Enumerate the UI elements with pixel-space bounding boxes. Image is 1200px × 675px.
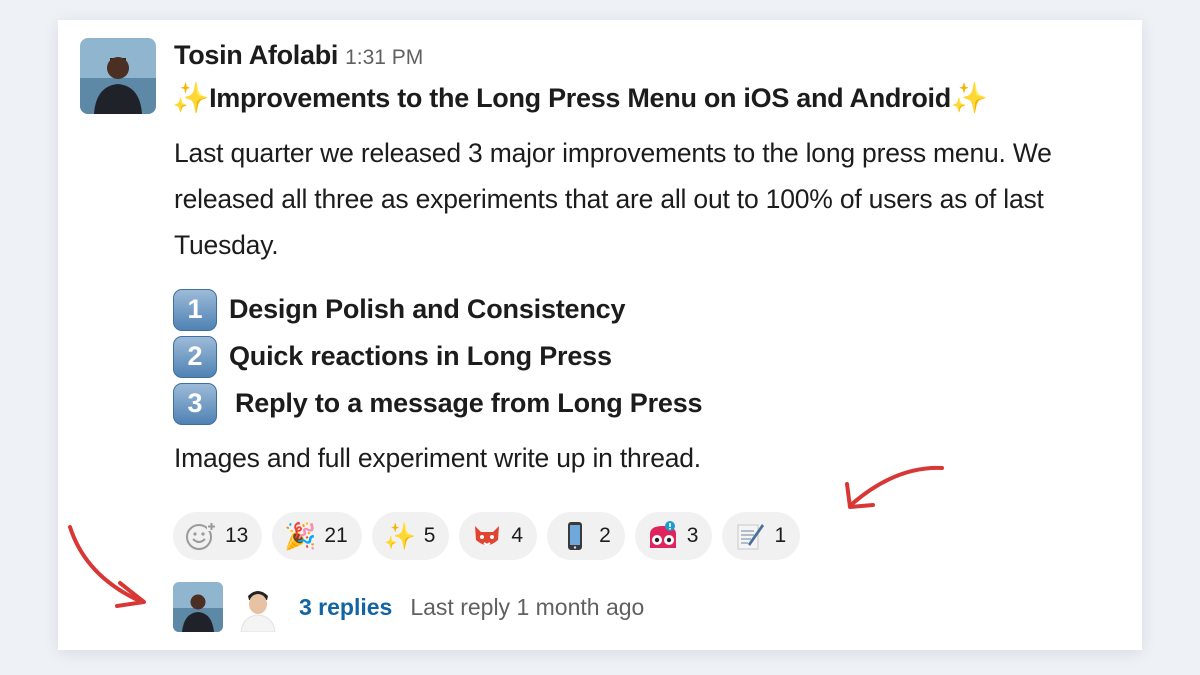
- replier-avatar[interactable]: [173, 582, 223, 632]
- replies-link[interactable]: 3 replies: [299, 594, 392, 621]
- reaction-add[interactable]: 13: [173, 512, 263, 560]
- reaction-memo[interactable]: 1: [722, 512, 801, 560]
- annotation-arrow-icon: [845, 465, 944, 509]
- annotation-arrow-icon: [68, 525, 146, 608]
- mobile-phone-icon: [559, 520, 591, 552]
- keycap-two-icon: 2: [173, 335, 217, 378]
- memo-icon: [734, 520, 766, 552]
- reaction-count: 3: [686, 524, 699, 547]
- title-text: Improvements to the Long Press Menu on i…: [209, 83, 951, 113]
- reaction-count: 21: [324, 524, 348, 547]
- reaction-count: 1: [774, 524, 787, 547]
- list-item-label: Quick reactions in Long Press: [229, 341, 612, 371]
- keycap-three-icon: 3: [173, 382, 217, 425]
- reaction-owl[interactable]: 3: [634, 512, 713, 560]
- reaction-phone[interactable]: 2: [547, 512, 625, 560]
- add-reaction-icon: [185, 520, 217, 552]
- reaction-count: 13: [225, 524, 249, 547]
- reaction-count: 2: [599, 524, 611, 547]
- reaction-sparkles[interactable]: ✨ 5: [371, 512, 450, 560]
- message-header: Tosin Afolabi 1:31 PM: [174, 40, 423, 71]
- fox-icon: [471, 520, 503, 552]
- message-footer: Images and full experiment write up in t…: [174, 443, 701, 473]
- reaction-count: 4: [511, 524, 524, 547]
- sparkles-icon: ✨: [950, 81, 988, 115]
- sparkles-icon: ✨: [172, 81, 210, 115]
- list-item: 1 Design Polish and Consistency: [173, 286, 702, 333]
- reaction-bar: 13 🎉 21 ✨ 5 4 2 3 1: [173, 512, 801, 560]
- author-avatar[interactable]: [80, 38, 156, 114]
- replier-avatar[interactable]: [233, 582, 283, 632]
- party-popper-icon: 🎉: [284, 520, 317, 551]
- list-item: 2 Quick reactions in Long Press: [173, 333, 702, 380]
- author-name[interactable]: Tosin Afolabi: [174, 40, 338, 70]
- list-item-label: Design Polish and Consistency: [229, 294, 626, 324]
- timestamp[interactable]: 1:31 PM: [345, 46, 423, 69]
- list-item-label: Reply to a message from Long Press: [235, 388, 703, 418]
- sparkles-icon: ✨: [383, 520, 416, 551]
- keycap-one-icon: 1: [173, 288, 217, 331]
- reaction-fox[interactable]: 4: [459, 512, 538, 560]
- improvement-list: 1 Design Polish and Consistency 2 Quick …: [173, 286, 703, 427]
- reaction-count: 5: [423, 524, 436, 547]
- thread-summary[interactable]: 3 replies Last reply 1 month ago: [173, 582, 644, 632]
- message-title: ✨ Improvements to the Long Press Menu on…: [172, 83, 988, 114]
- list-item: 3 Reply to a message from Long Press: [173, 380, 703, 427]
- owl-alert-icon: [647, 520, 679, 552]
- message-body: Last quarter we released 3 major improve…: [174, 138, 1052, 260]
- reaction-party[interactable]: 🎉 21: [272, 512, 362, 560]
- last-reply-text: Last reply 1 month ago: [410, 593, 645, 620]
